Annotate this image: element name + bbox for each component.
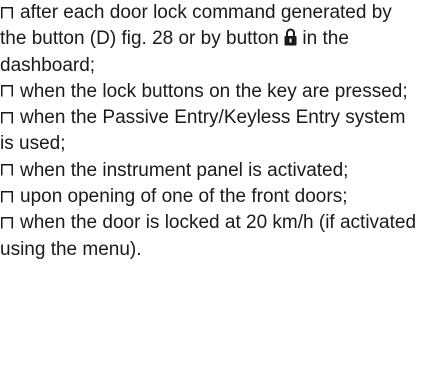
- list-item-text: when the instrument panel is activated;: [20, 159, 349, 181]
- square-bullet-icon: [1, 190, 13, 203]
- list-item: upon opening of one of the front doors;: [0, 184, 421, 210]
- list-item: when the instrument panel is activated;: [0, 158, 421, 184]
- list-item: when the lock buttons on the key are pre…: [0, 79, 421, 105]
- list-item: when the door is locked at 20 km/h (if a…: [0, 210, 421, 263]
- list-item-text: when the lock buttons on the key are pre…: [20, 80, 408, 102]
- square-bullet-icon: [1, 164, 13, 176]
- square-bullet-icon: [1, 111, 13, 124]
- list-item: when the Passive Entry/Keyless Entry sys…: [0, 105, 421, 158]
- square-bullet-icon: [1, 85, 13, 97]
- bullet-list: after each door lock command generated b…: [0, 0, 421, 263]
- list-item-text: when the door is locked at 20 km/h (if a…: [0, 212, 417, 260]
- list-item-text: upon opening of one of the front doors;: [20, 186, 348, 208]
- list-item-text: when the Passive Entry/Keyless Entry sys…: [0, 107, 406, 155]
- lock-icon: [284, 28, 297, 46]
- list-item: after each door lock command generated b…: [0, 0, 421, 79]
- square-bullet-icon: [1, 216, 13, 229]
- square-bullet-icon: [1, 6, 13, 19]
